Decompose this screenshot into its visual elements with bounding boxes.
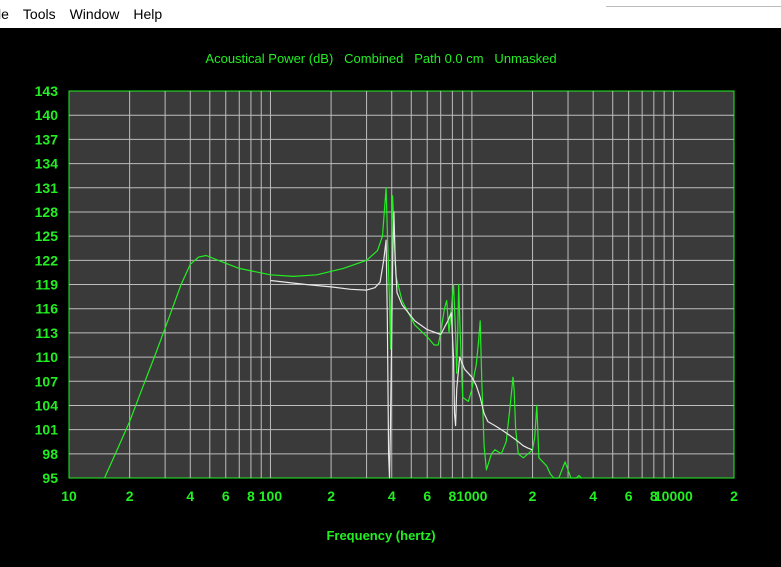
y-tick-label: 98 (42, 446, 58, 462)
x-tick-label: 2 (126, 488, 134, 504)
x-tick-label: 4 (589, 488, 597, 504)
y-tick-label: 107 (35, 373, 59, 389)
x-axis-ticks: 10 2 4 6 8 100 2 4 6 8 1000 2 4 6 810000 2 (61, 488, 738, 504)
y-tick-label: 143 (35, 83, 59, 99)
x-tick-label: 4 (388, 488, 396, 504)
y-tick-label: 119 (35, 277, 58, 293)
y-tick-label: 101 (35, 422, 59, 438)
x-axis-label: Frequency (hertz) (326, 528, 436, 543)
y-tick-label: 134 (35, 156, 59, 172)
y-tick-label: 122 (35, 252, 59, 268)
y-tick-label: 131 (35, 180, 59, 196)
y-tick-label: 116 (35, 301, 58, 317)
x-tick-label: 10 (61, 488, 77, 504)
x-tick-label: 100 (259, 488, 283, 504)
y-tick-label: 125 (35, 228, 59, 244)
x-tick-label: 6 (222, 488, 230, 504)
y-axis-ticks: 143 140 137 134 131 128 125 122 119 116 113 110 107 1… (35, 83, 59, 486)
x-tick-label: 2 (730, 488, 738, 504)
y-tick-label: 110 (35, 349, 58, 365)
y-tick-label: 128 (35, 204, 59, 220)
x-tick-label: 8 (448, 488, 456, 504)
x-tick-label: 6 (423, 488, 431, 504)
x-tick-label: 2 (529, 488, 537, 504)
chart-plot: 143 140 137 134 131 128 125 122 119 116 113 110 107 1… (35, 83, 738, 504)
x-tick-label: 2 (327, 488, 335, 504)
y-tick-label: 95 (42, 470, 58, 486)
x-tick-label: 4 (186, 488, 194, 504)
y-tick-label: 113 (35, 325, 58, 341)
x-tick-label: 1000 (456, 488, 487, 504)
x-tick-label: 6 (625, 488, 633, 504)
x-tick-label: 10000 (654, 488, 693, 504)
y-tick-label: 140 (35, 107, 59, 123)
y-tick-label: 104 (35, 397, 59, 413)
y-tick-label: 137 (35, 131, 59, 147)
x-tick-label: 8 (247, 488, 255, 504)
